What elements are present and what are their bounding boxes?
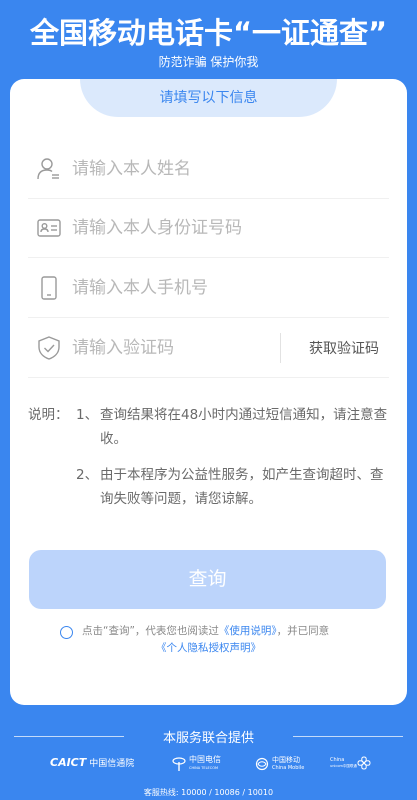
notes-section: 说明： 1、 查询结果将在48小时内通过短信通知，请注意查收。 2、 由于本程序… [28,403,393,523]
page-subtitle: 防范诈骗 保护你我 [158,55,259,69]
note-item-2: 2、 由于本程序为公益性服务，如产生查询超时、查询失败等问题，请您谅解。 [28,463,393,511]
agreement-middle: ，并已同意 [276,625,330,637]
notes-lead: 说明： [28,407,69,423]
agree-radio[interactable] [60,626,73,639]
china-unicom-logo: China unicom中国联通 [330,756,371,770]
china-mobile-logo: 中国移动 China Mobile [255,756,304,772]
phone-input[interactable] [72,278,272,298]
agreement-prefix: 点击“查询”，代表您也阅读过 [82,625,219,637]
caict-logo: CAICT 中国信通院 [50,756,135,769]
phone-field-row [28,259,389,318]
get-code-button[interactable]: 获取验证码 [309,338,379,358]
id-number-input[interactable] [72,218,372,238]
note-number: 1、 [76,407,99,423]
form-tab-label: 请填写以下信息 [80,79,337,117]
verification-code-input[interactable] [72,338,272,358]
footer-title: 本服务联合提供 [162,731,254,746]
id-field-row [28,199,389,258]
partner-logos: CAICT 中国信通院 中国电信 CHINA TELECOM 中国移动 Chin… [50,756,371,776]
id-card-icon [36,215,62,241]
code-field-row: 获取验证码 [28,319,389,378]
note-text: 由于本程序为公益性服务，如产生查询超时、查询失败等问题，请您谅解。 [100,467,384,507]
user-icon [36,156,62,182]
note-text: 查询结果将在48小时内通过短信通知，请注意查收。 [100,407,388,447]
phone-icon [36,275,62,301]
privacy-statement-link[interactable]: 《个人隐私授权声明》 [156,642,261,654]
shield-check-icon [36,335,62,361]
mobile-mark-icon [255,757,269,771]
telecom-mark-icon [172,757,186,771]
query-button[interactable]: 查询 [29,550,386,609]
page-title: 全国移动电话卡“一证通查” [29,16,388,50]
form-card: 请填写以下信息 请输入本人姓名 请输入本人身份证号码 请输入本人手机号 请输入验… [10,79,407,705]
code-divider [280,333,281,363]
note-item-1: 说明： 1、 查询结果将在48小时内通过短信通知，请注意查收。 [28,403,393,451]
customer-hotline: 客服热线: 10000 / 10086 / 10010 [143,788,274,797]
unicom-knot-icon [357,756,371,770]
agreement-line-2: 《个人隐私授权声明》 [156,640,261,657]
china-telecom-logo: 中国电信 CHINA TELECOM [172,756,221,772]
name-input[interactable] [72,159,272,179]
name-field-row [28,140,389,199]
usage-instructions-link[interactable]: 《使用说明》 [219,625,277,637]
note-number: 2、 [76,467,99,483]
agreement-line-1: 点击“查询”，代表您也阅读过《使用说明》，并已同意 [82,623,329,640]
